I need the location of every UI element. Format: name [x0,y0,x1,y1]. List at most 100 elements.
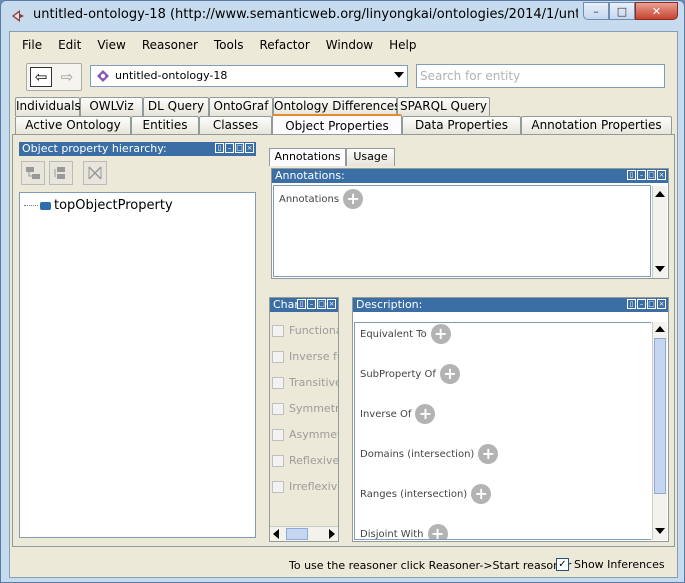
delete-property-icon[interactable] [83,161,107,185]
add-sibling-property-icon[interactable] [49,161,73,185]
view-minimize-icon[interactable]: – [637,170,646,180]
scroll-down-icon[interactable] [655,528,665,534]
view-close-icon[interactable]: × [657,299,666,309]
characteristic-label: Transitive [289,376,338,389]
close-button[interactable]: ✕ [635,2,678,20]
menu-file[interactable]: File [14,38,50,52]
scroll-down-icon[interactable] [655,266,665,272]
tab-entities[interactable]: Entities [131,116,199,135]
menu-window[interactable]: Window [318,38,381,52]
add-equivalent-button[interactable]: + [430,324,451,344]
description-scrollbar[interactable] [652,322,667,540]
view-minimize-icon[interactable]: – [307,299,316,309]
ontology-icon [97,70,109,82]
view-close-icon[interactable]: × [657,170,666,180]
section-label: Ranges (intersection) [360,488,468,500]
view-restore-icon[interactable]: ▯ [297,299,306,309]
subtab-annotations[interactable]: Annotations [269,148,346,166]
view-restore-icon[interactable]: ▯ [627,170,636,180]
view-close-icon[interactable]: × [327,299,336,309]
characteristic-symmetric[interactable]: Symmetric [272,402,338,415]
view-close-icon[interactable]: × [245,143,254,153]
view-maximize-icon[interactable]: □ [317,299,326,309]
scroll-up-icon[interactable] [655,191,665,197]
annotations-scrollbar[interactable] [652,186,667,278]
tab-ontograf[interactable]: OntoGraf [209,97,273,116]
add-inverse-button[interactable]: + [415,404,436,424]
menu-refactor[interactable]: Refactor [251,38,317,52]
tab-active-ontology[interactable]: Active Ontology [15,116,131,135]
tree-node-label: topObjectProperty [54,198,173,213]
tab-dl-query[interactable]: DL Query [143,97,209,116]
scroll-left-icon[interactable] [273,529,279,539]
annotations-view: Annotations: ▯ – □ × Annotations + [271,168,669,279]
subtab-usage[interactable]: Usage [346,148,395,166]
scroll-thumb[interactable] [286,528,308,540]
add-domain-button[interactable]: + [478,444,499,464]
search-input[interactable] [416,64,665,88]
checkbox[interactable] [272,480,284,493]
active-ontology-select[interactable]: untitled-ontology-18 [90,65,408,87]
menu-reasoner[interactable]: Reasoner [134,38,206,52]
add-range-button[interactable]: + [471,484,492,504]
scroll-up-icon[interactable] [655,326,665,332]
view-maximize-icon[interactable]: □ [235,143,244,153]
menu-help[interactable]: Help [381,38,424,52]
characteristic-reflexive[interactable]: Reflexive [272,454,338,467]
section-subproperty-of: SubProperty Of + [360,364,460,384]
tab-object-properties[interactable]: Object Properties [272,114,402,135]
section-label: Domains (intersection) [360,448,475,460]
characteristic-irreflexive[interactable]: Irreflexive [272,480,338,493]
checkbox[interactable] [272,350,284,363]
menu-tools[interactable]: Tools [206,38,252,52]
scroll-right-icon[interactable] [329,529,335,539]
app-window: untitled-ontology-18 (http://www.semanti… [0,0,685,583]
scroll-thumb[interactable] [654,338,666,494]
annotations-list: Annotations + [273,185,651,277]
tab-owlviz[interactable]: OWLViz [80,97,143,116]
toolbar: ⇦ ⇨ untitled-ontology-18 [10,59,677,95]
add-annotation-button[interactable]: + [343,189,364,209]
show-inferences-checkbox[interactable]: ✓ [556,558,569,571]
checkbox[interactable] [272,428,284,441]
chevron-down-icon[interactable] [394,72,404,78]
menu-view[interactable]: View [89,38,133,52]
tab-annotation-properties[interactable]: Annotation Properties [521,116,672,135]
characteristic-inverse-functional[interactable]: Inverse fu [272,350,338,363]
view-restore-icon[interactable]: ▯ [627,299,636,309]
protege-icon [12,10,24,22]
tab-data-properties[interactable]: Data Properties [402,116,521,135]
checkbox[interactable] [272,454,284,467]
checkbox[interactable] [272,376,284,389]
view-restore-icon[interactable]: ▯ [215,143,224,153]
tab-sparql-query[interactable]: SPARQL Query [397,97,490,116]
maximize-button[interactable]: □ [609,2,635,20]
show-inferences-toggle[interactable]: ✓ Show Inferences [556,558,665,571]
view-minimize-icon[interactable]: – [637,299,646,309]
checkbox[interactable] [272,402,284,415]
add-disjoint-button[interactable]: + [427,524,448,539]
add-sub-property-icon[interactable] [21,161,45,185]
characteristic-functional[interactable]: Functional [272,324,338,337]
title-bar[interactable]: untitled-ontology-18 (http://www.semanti… [1,1,684,31]
annotations-section-label: Annotations [279,193,340,205]
tab-individuals[interactable]: Individuals [15,97,81,116]
description-view: Description: ▯ – □ × Equivalent To + Sub… [352,297,669,542]
characteristic-asymmetric[interactable]: Asymmetr [272,428,338,441]
tab-classes[interactable]: Classes [199,116,272,135]
back-arrow-icon[interactable]: ⇦ [30,67,52,87]
characteristics-hscrollbar[interactable] [270,526,338,541]
menu-edit[interactable]: Edit [50,38,89,52]
view-maximize-icon[interactable]: □ [647,299,656,309]
characteristic-label: Inverse fu [289,350,338,363]
characteristic-transitive[interactable]: Transitive [272,376,338,389]
view-minimize-icon[interactable]: – [225,143,234,153]
minimize-button[interactable]: – [583,2,609,20]
hierarchy-view-header: Object property hierarchy: ▯ – □ × [19,142,256,156]
checkbox[interactable] [272,324,284,337]
view-maximize-icon[interactable]: □ [647,170,656,180]
tree-node-top-object-property[interactable]: topObjectProperty [24,198,173,213]
add-superproperty-button[interactable]: + [439,364,460,384]
forward-arrow-icon[interactable]: ⇨ [56,67,78,87]
characteristics-view-title: Char [273,298,299,311]
